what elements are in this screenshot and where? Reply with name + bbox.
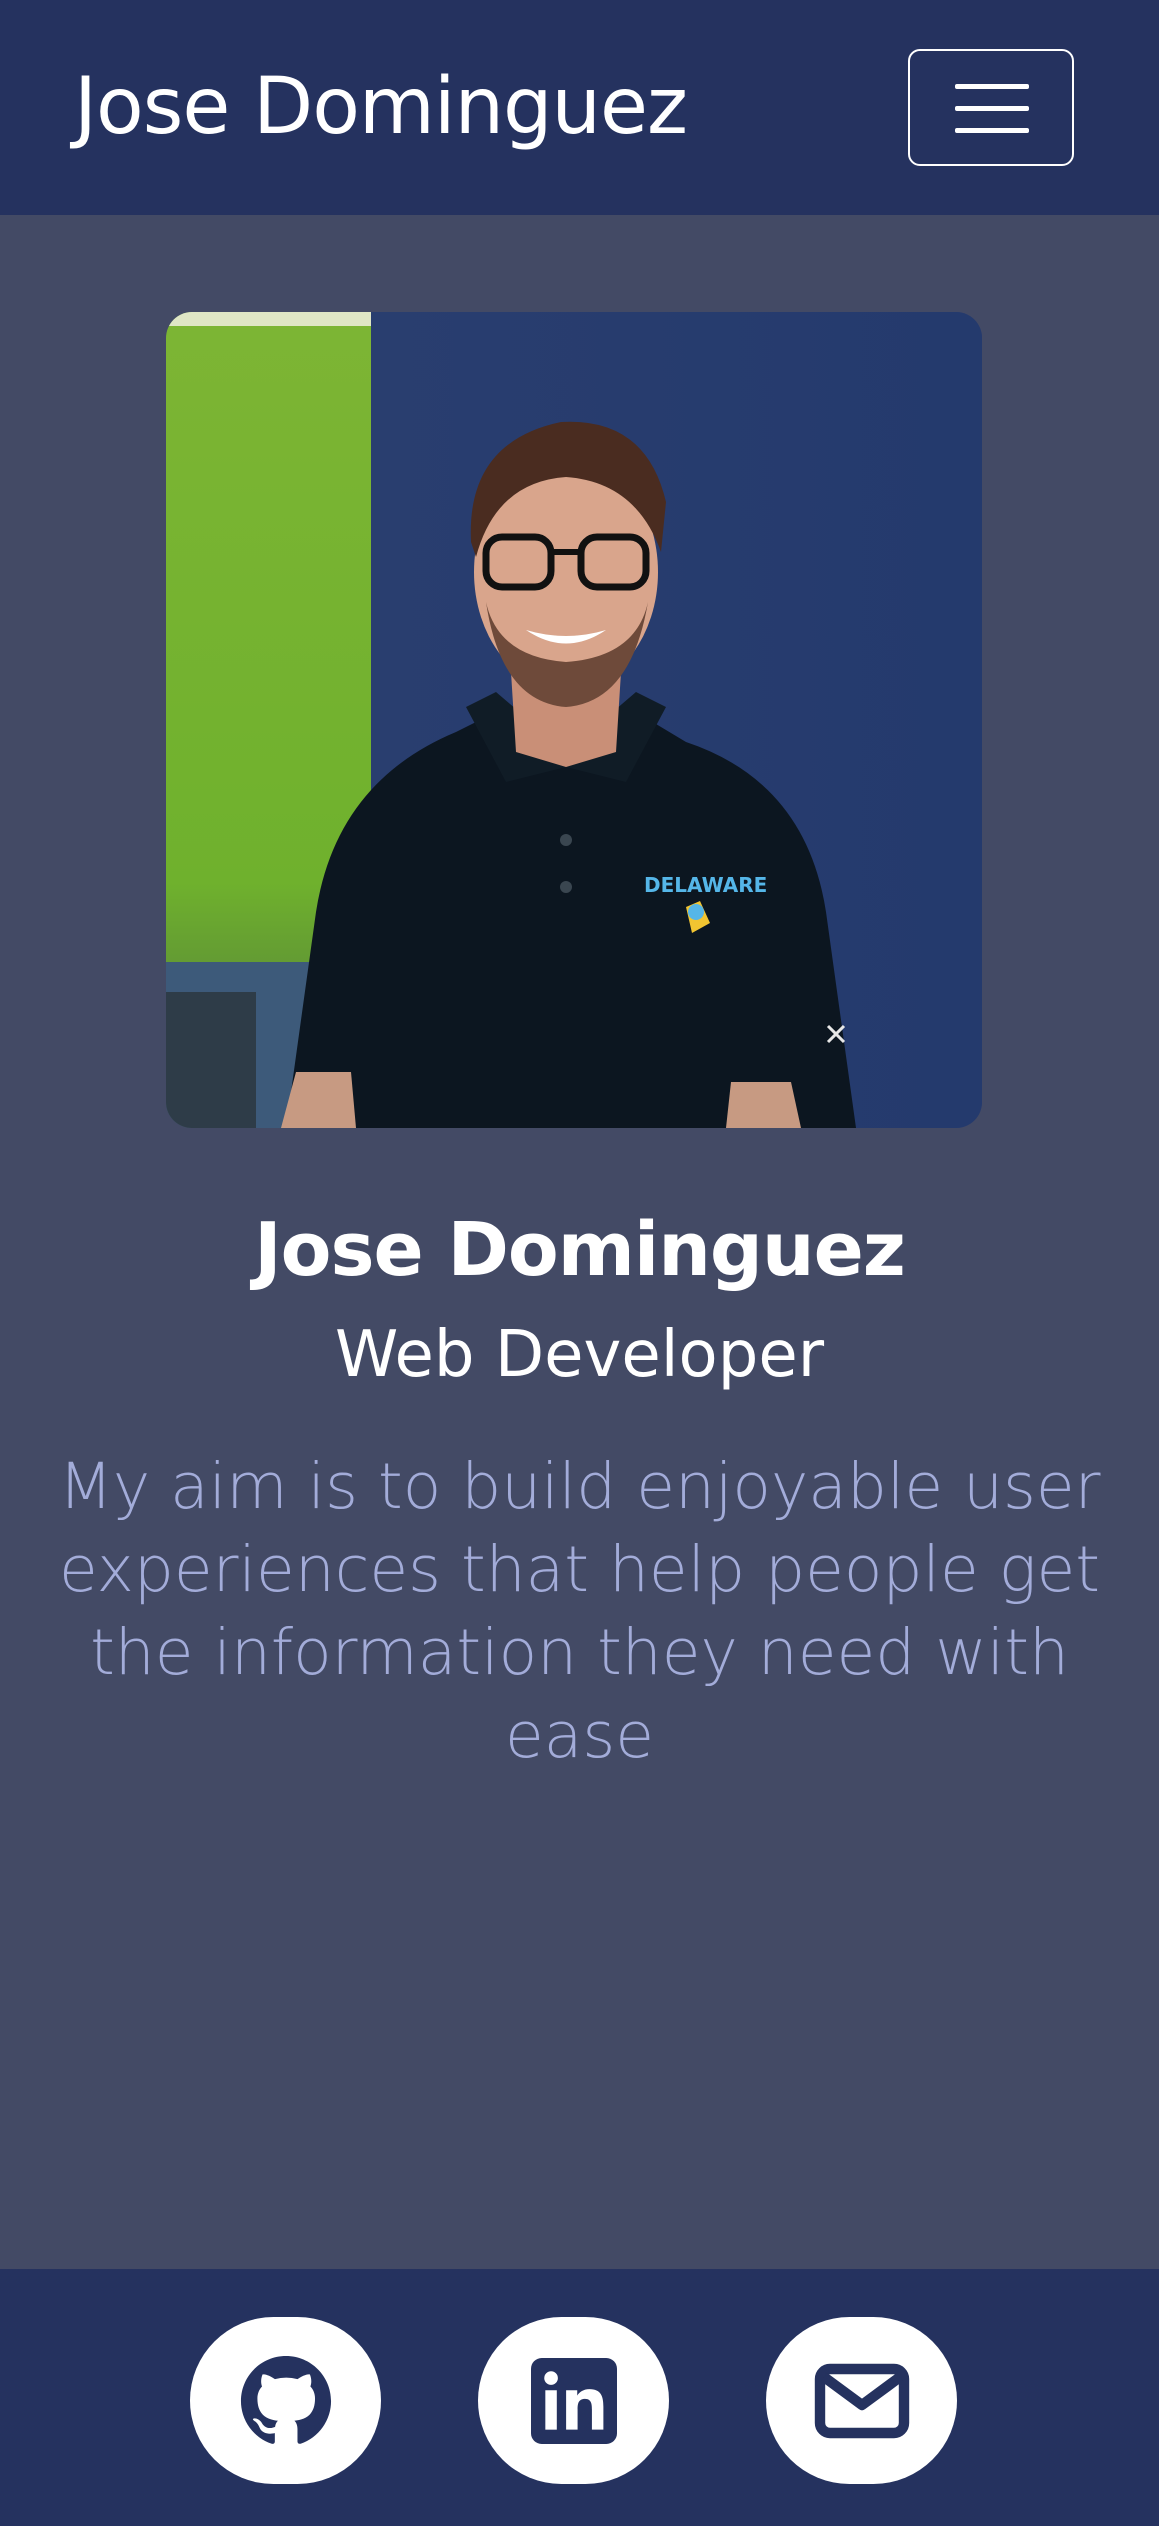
profile-name: Jose Dominguez bbox=[254, 1207, 906, 1293]
profile-tagline: My aim is to build enjoyable user experi… bbox=[58, 1450, 1101, 1772]
brand-title[interactable]: Jose Dominguez bbox=[74, 62, 688, 152]
linkedin-icon bbox=[530, 2357, 617, 2444]
linkedin-link[interactable] bbox=[478, 2317, 669, 2484]
shirt-logo-text: DELAWARE bbox=[644, 873, 767, 897]
main-content: DELAWARE Jose Dominguez Web Developer My… bbox=[0, 215, 1159, 2269]
github-link[interactable] bbox=[190, 2317, 381, 2484]
profile-role: Web Developer bbox=[334, 1318, 825, 1392]
hamburger-menu-icon bbox=[955, 84, 1029, 89]
github-icon bbox=[240, 2355, 331, 2444]
email-icon bbox=[814, 2363, 909, 2438]
profile-photo: DELAWARE bbox=[166, 312, 982, 1128]
footer bbox=[0, 2269, 1159, 2526]
navbar: Jose Dominguez bbox=[0, 0, 1159, 215]
email-link[interactable] bbox=[766, 2317, 957, 2484]
menu-toggle-button[interactable] bbox=[908, 49, 1074, 166]
